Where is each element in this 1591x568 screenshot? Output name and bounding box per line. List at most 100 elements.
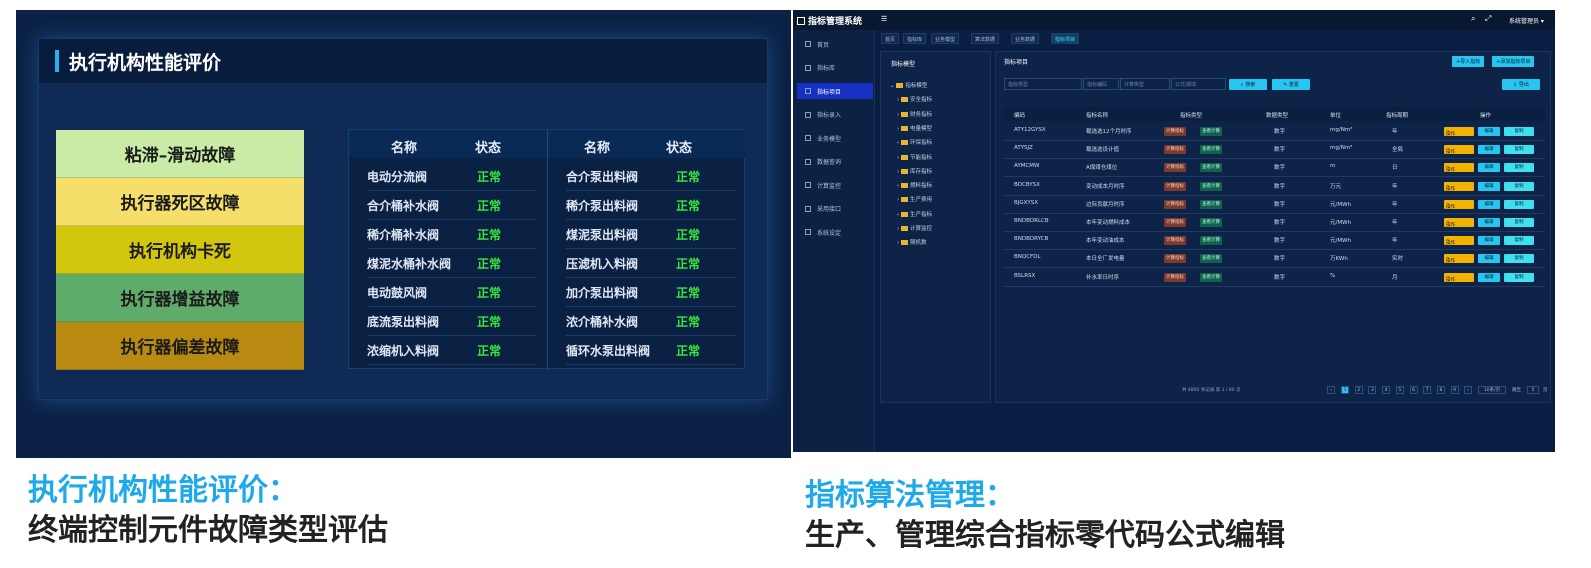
operate-dropdown[interactable]: 操作 ⌄	[1444, 145, 1474, 155]
filter-calc-select[interactable]: 计算类型	[1120, 78, 1170, 90]
operate-label: 操作	[1446, 168, 1455, 174]
edit-button[interactable]: 编辑	[1478, 236, 1500, 246]
export-button[interactable]: ⇩ 导出	[1502, 79, 1540, 90]
copy-button[interactable]: 复制	[1504, 181, 1534, 191]
tab-item[interactable]: 首页	[881, 33, 900, 44]
tab-item[interactable]: 算法数据	[971, 33, 1000, 44]
cell-dtype: 数字	[1274, 274, 1286, 281]
user-menu[interactable]: 系统管理员 ▾	[1509, 16, 1544, 25]
edit-button[interactable]: 编辑	[1478, 199, 1500, 209]
copy-button[interactable]: 复制	[1504, 199, 1534, 209]
import-button[interactable]: +导入指标	[1452, 56, 1485, 67]
tree-node[interactable]: › 生产指标	[897, 210, 932, 220]
edit-button[interactable]: 编辑	[1478, 127, 1500, 136]
search-button[interactable]: ⌕ 搜索	[1229, 79, 1267, 90]
edit-button[interactable]: 编辑	[1478, 254, 1500, 264]
search-icon[interactable]: ⌕	[1471, 14, 1475, 24]
operate-dropdown[interactable]: 操作 ⌄	[1444, 236, 1474, 247]
valve-name: 加介泵出料阀	[566, 286, 639, 300]
page-number[interactable]: 9	[1450, 386, 1459, 394]
page-number[interactable]: 4	[1382, 386, 1391, 394]
prev-page-button[interactable]: ‹	[1327, 386, 1335, 394]
copy-button[interactable]: 复制	[1504, 163, 1534, 173]
copy-button[interactable]: 复制	[1504, 127, 1534, 136]
valve-status: 正常	[676, 257, 701, 271]
copy-button[interactable]: 复制	[1504, 236, 1534, 246]
fullscreen-icon[interactable]: ⤢	[1485, 14, 1491, 24]
page-number[interactable]: 7	[1423, 386, 1432, 394]
page-number[interactable]: 5	[1395, 386, 1404, 394]
operate-dropdown[interactable]: 操作 ⌄	[1444, 181, 1474, 192]
sidebar-item[interactable]: 系统设定	[797, 224, 873, 240]
reset-button[interactable]: ✎ 重置	[1272, 79, 1310, 90]
copy-button[interactable]: 复制	[1504, 218, 1534, 227]
sidebar-item[interactable]: 指标录入	[797, 107, 873, 123]
operate-dropdown[interactable]: 操作 ⌄	[1444, 199, 1474, 210]
edit-button[interactable]: 编辑	[1478, 272, 1500, 282]
view-calc-tag[interactable]: 查看计算	[1200, 272, 1222, 282]
filter-type-select[interactable]: 指标类型	[1004, 78, 1082, 90]
add-project-button[interactable]: +添加指标项目	[1492, 56, 1535, 67]
tree-node[interactable]: › 电量模型	[897, 124, 932, 134]
view-calc-tag[interactable]: 查看计算	[1200, 163, 1222, 173]
page-number[interactable]: 2	[1354, 386, 1363, 394]
tree-node[interactable]: › 生产费用	[897, 195, 932, 205]
tree-node[interactable]: ⌄ 指标模型	[890, 81, 927, 91]
tree-node[interactable]: › 安全指标	[897, 95, 932, 105]
sidebar-item[interactable]: 采用接口	[797, 201, 873, 217]
sidebar-item[interactable]: 指标库	[797, 60, 873, 76]
operate-dropdown[interactable]: 操作 ⌄	[1444, 272, 1474, 283]
tab-item[interactable]: 指标项目	[1051, 33, 1080, 44]
sidebar-item[interactable]: 首页	[797, 36, 873, 52]
view-calc-tag[interactable]: 查看计算	[1200, 199, 1222, 209]
page-number[interactable]: 1	[1341, 386, 1349, 394]
edit-button[interactable]: 编辑	[1478, 145, 1500, 155]
edit-button[interactable]: 编辑	[1478, 181, 1500, 191]
valve-status: 正常	[676, 344, 701, 358]
next-page-button[interactable]: ›	[1464, 386, 1472, 394]
tab-item[interactable]: 业务数据	[1011, 33, 1040, 44]
view-calc-tag[interactable]: 查看计算	[1200, 218, 1222, 227]
operate-label: 操作	[1446, 241, 1455, 247]
view-calc-tag[interactable]: 查看计算	[1200, 181, 1222, 191]
operate-dropdown[interactable]: 操作 ⌄	[1444, 254, 1474, 264]
calc-tag: 计算指标	[1164, 254, 1186, 264]
menu-toggle-icon[interactable]: ☰	[881, 15, 887, 23]
tree-node[interactable]: › 库存指标	[897, 167, 932, 177]
calc-tag: 计算指标	[1164, 181, 1186, 191]
copy-button[interactable]: 复制	[1504, 145, 1534, 155]
copy-button[interactable]: 复制	[1504, 272, 1534, 282]
tree-node[interactable]: › 环保指标	[897, 138, 932, 148]
filter-code-select[interactable]: 指标编码	[1083, 78, 1119, 90]
tab-item[interactable]: 业务模型	[931, 33, 960, 44]
page-number[interactable]: 6	[1409, 386, 1418, 394]
tree-node[interactable]: › 财务指标	[897, 110, 932, 120]
operate-dropdown[interactable]: 操作 ⌄	[1444, 127, 1474, 137]
sidebar-item[interactable]: 业务模型	[797, 130, 873, 146]
view-calc-tag[interactable]: 查看计算	[1200, 145, 1222, 155]
page-number[interactable]: 3	[1368, 386, 1377, 394]
goto-input[interactable]: 5	[1527, 386, 1539, 394]
edit-button[interactable]: 编辑	[1478, 218, 1500, 227]
filter-formula-select[interactable]: 公式/脚本	[1171, 78, 1226, 90]
operate-dropdown[interactable]: 操作 ⌄	[1444, 163, 1474, 174]
edit-button[interactable]: 编辑	[1478, 163, 1500, 173]
tree-node[interactable]: › 计算监控	[897, 224, 932, 234]
page-size-select[interactable]: 10条/页	[1478, 386, 1506, 394]
tree-node[interactable]: › 随机数	[897, 238, 926, 248]
sidebar-item[interactable]: 数据查询	[797, 154, 873, 170]
copy-button[interactable]: 复制	[1504, 254, 1534, 264]
sidebar-item[interactable]: 指标项目	[797, 83, 873, 99]
tree-node[interactable]: › 节能指标	[897, 153, 932, 163]
view-calc-tag[interactable]: 查看计算	[1200, 254, 1222, 264]
cell-unit: m	[1330, 163, 1336, 170]
view-calc-tag[interactable]: 查看计算	[1200, 236, 1222, 246]
tree-node[interactable]: › 燃料指标	[897, 181, 932, 191]
sidebar-item[interactable]: 计算监控	[797, 177, 873, 193]
view-calc-tag[interactable]: 查看计算	[1200, 127, 1222, 136]
sidebar-item-label: 业务模型	[817, 135, 842, 143]
operate-dropdown[interactable]: 操作 ⌄	[1444, 218, 1474, 228]
tree-node-label: 燃料指标	[909, 183, 932, 190]
tab-item[interactable]: 指标库	[903, 33, 927, 44]
page-number[interactable]: 8	[1436, 386, 1445, 394]
